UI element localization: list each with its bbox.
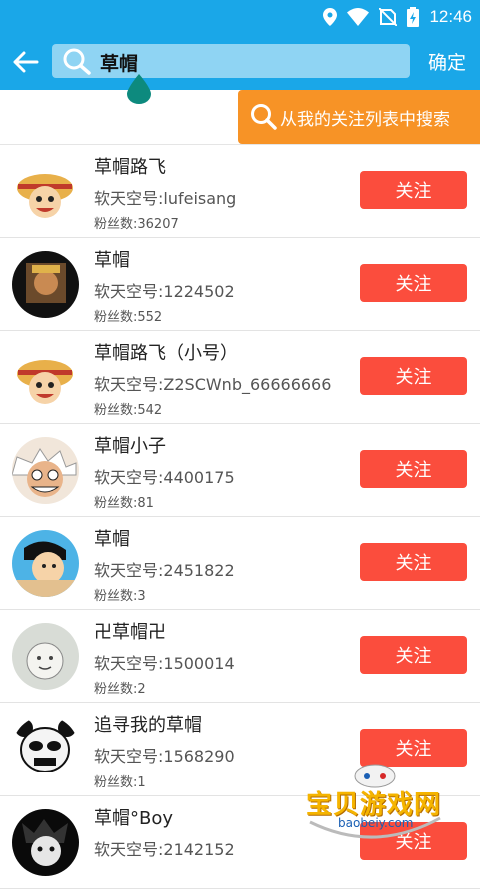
list-item[interactable]: 草帽 软天空号:1224502 粉丝数:552 关注	[0, 238, 480, 331]
user-id: 软天空号:2142152	[94, 840, 235, 859]
user-name: 草帽小子	[94, 436, 166, 457]
search-text[interactable]: 草帽	[100, 49, 138, 76]
battery-icon	[407, 7, 420, 27]
list-item[interactable]: 卍草帽卍 软天空号:1500014 粉丝数:2 关注	[0, 610, 480, 703]
list-item[interactable]: 草帽 软天空号:2451822 粉丝数:3 关注	[0, 517, 480, 610]
toolbar: 草帽 确定	[0, 34, 480, 90]
follow-button[interactable]: 关注	[360, 357, 467, 395]
watermark-logo: 宝贝游戏网 baobeiy.com	[300, 762, 450, 848]
confirm-button[interactable]: 确定	[428, 48, 466, 75]
search-input[interactable]: 草帽	[52, 44, 410, 78]
watermark-url: baobeiy.com	[338, 816, 414, 830]
avatar[interactable]	[12, 344, 79, 411]
follow-button[interactable]: 关注	[360, 636, 467, 674]
back-arrow-icon	[13, 51, 39, 73]
follow-button[interactable]: 关注	[360, 450, 467, 488]
user-id: 软天空号:1568290	[94, 747, 235, 766]
user-name: 草帽	[94, 250, 130, 271]
avatar[interactable]	[12, 158, 79, 225]
status-bar: 12:46	[0, 0, 480, 34]
no-sim-icon	[379, 8, 398, 26]
avatar[interactable]	[12, 623, 79, 690]
user-name: 草帽°Boy	[94, 808, 174, 829]
status-time: 12:46	[429, 7, 472, 26]
search-following-button[interactable]: 从我的关注列表中搜索	[238, 90, 480, 144]
user-id: 软天空号:1224502	[94, 282, 235, 301]
follower-count: 粉丝数:81	[94, 496, 154, 511]
avatar[interactable]	[12, 530, 79, 597]
avatar[interactable]	[12, 251, 79, 318]
list-item[interactable]: 草帽路飞（小号） 软天空号:Z2SCWnb_66666666 粉丝数:542 关…	[0, 331, 480, 424]
follower-count: 粉丝数:2	[94, 682, 146, 697]
follower-count: 粉丝数:3	[94, 589, 146, 604]
avatar[interactable]	[12, 437, 79, 504]
user-name: 草帽	[94, 529, 130, 550]
follower-count: 粉丝数:552	[94, 310, 163, 325]
location-icon	[323, 8, 338, 26]
list-item[interactable]: 草帽路飞 软天空号:lufeisang 粉丝数:36207 关注	[0, 145, 480, 238]
wifi-icon	[347, 8, 370, 26]
status-icons: 12:46	[323, 4, 472, 30]
user-name: 草帽路飞	[94, 157, 166, 178]
back-button[interactable]	[8, 44, 44, 80]
user-id: 软天空号:1500014	[94, 654, 235, 673]
text-cursor-handle-icon[interactable]	[125, 74, 153, 104]
search-icon	[251, 104, 277, 130]
follower-count: 粉丝数:542	[94, 403, 163, 418]
search-following-label: 从我的关注列表中搜索	[280, 109, 450, 130]
avatar[interactable]	[12, 809, 79, 876]
search-icon	[63, 48, 91, 75]
follow-button[interactable]: 关注	[360, 171, 467, 209]
follower-count: 粉丝数:1	[94, 775, 146, 790]
avatar[interactable]	[12, 716, 79, 783]
user-name: 草帽路飞（小号）	[94, 343, 238, 364]
user-id: 软天空号:Z2SCWnb_66666666	[94, 375, 332, 394]
follower-count: 粉丝数:36207	[94, 217, 179, 232]
follow-button[interactable]: 关注	[360, 543, 467, 581]
follow-button[interactable]: 关注	[360, 264, 467, 302]
user-name: 追寻我的草帽	[94, 715, 202, 736]
user-id: 软天空号:2451822	[94, 561, 235, 580]
user-id: 软天空号:4400175	[94, 468, 235, 487]
list-item[interactable]: 草帽小子 软天空号:4400175 粉丝数:81 关注	[0, 424, 480, 517]
user-name: 卍草帽卍	[94, 622, 166, 643]
user-id: 软天空号:lufeisang	[94, 189, 237, 208]
